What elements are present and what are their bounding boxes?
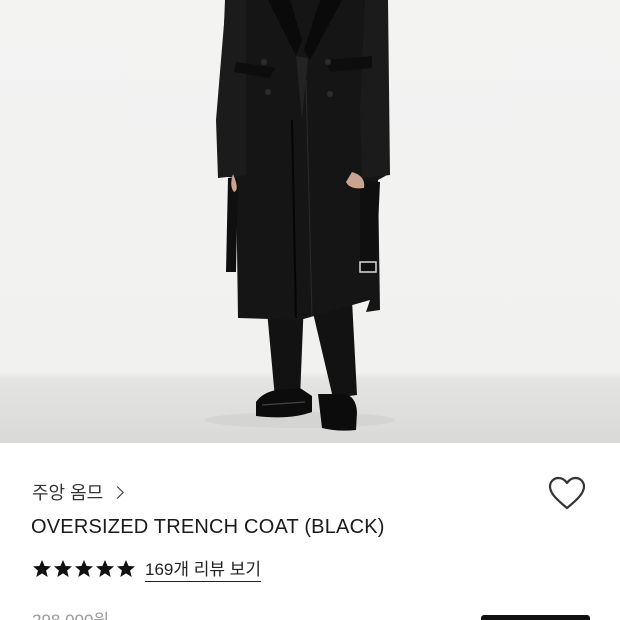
chevron-right-icon [111,485,125,499]
heart-outline-icon [548,476,586,510]
star-filled-icon [75,559,93,577]
product-info-panel: 주앙 옴므 OVERSIZED TRENCH COAT (BLACK) 169개… [0,443,620,620]
brand-link[interactable]: 주앙 옴므 [32,479,125,505]
star-filled-icon [96,559,114,577]
product-title: OVERSIZED TRENCH COAT (BLACK) [31,516,385,538]
buy-button[interactable] [481,615,590,620]
product-photo-illustration [205,0,395,431]
star-filled-icon [33,559,51,577]
brand-name: 주앙 옴므 [32,483,104,503]
star-rating [32,559,136,579]
original-price: 298,000원 [32,606,109,620]
star-filled-icon [117,559,135,577]
rating-row: 169개 리뷰 보기 [32,555,262,582]
wishlist-button[interactable] [548,476,586,512]
review-link[interactable]: 169개 리뷰 보기 [145,555,262,582]
product-photo [0,0,620,443]
star-filled-icon [54,559,72,577]
